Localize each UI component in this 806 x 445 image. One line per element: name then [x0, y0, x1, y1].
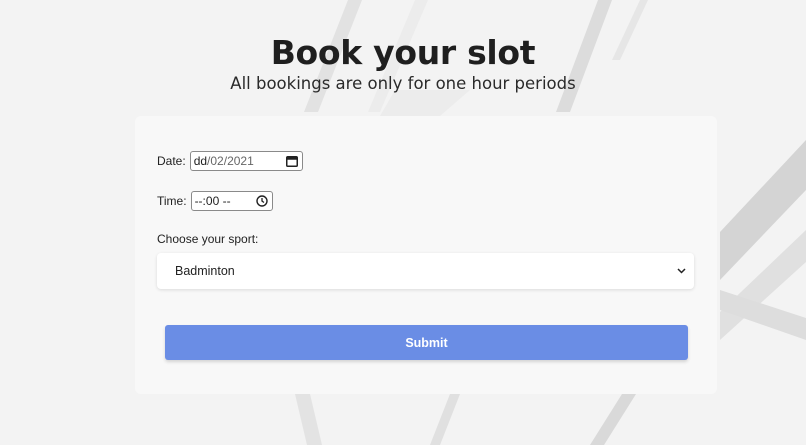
submit-button[interactable]: Submit — [165, 325, 688, 360]
sport-label: Choose your sport: — [157, 232, 259, 246]
date-day: dd — [193, 154, 208, 168]
page-subtitle: All bookings are only for one hour perio… — [230, 74, 576, 93]
clock-icon[interactable] — [255, 195, 268, 207]
time-row: Time: --:00 -- — [157, 191, 273, 211]
date-row: Date: dd/02/2021 — [157, 151, 303, 171]
date-rest: /02/2021 — [207, 154, 254, 168]
time-label: Time: — [157, 194, 187, 208]
date-input[interactable]: dd/02/2021 — [189, 151, 303, 171]
calendar-icon[interactable] — [285, 155, 298, 167]
date-value: dd/02/2021 — [194, 154, 254, 168]
booking-form-card: Date: dd/02/2021 Time: --:00 -- Choose y… — [135, 116, 717, 394]
sport-selected-value: Badminton — [175, 264, 235, 278]
page-header: Book your slot All bookings are only for… — [0, 33, 806, 95]
time-input[interactable]: --:00 -- — [190, 191, 273, 211]
sport-select[interactable]: Badminton — [157, 253, 694, 289]
date-label: Date: — [157, 154, 186, 168]
chevron-down-icon — [677, 268, 686, 274]
page-title: Book your slot — [270, 33, 536, 72]
time-value: --:00 -- — [194, 194, 231, 208]
